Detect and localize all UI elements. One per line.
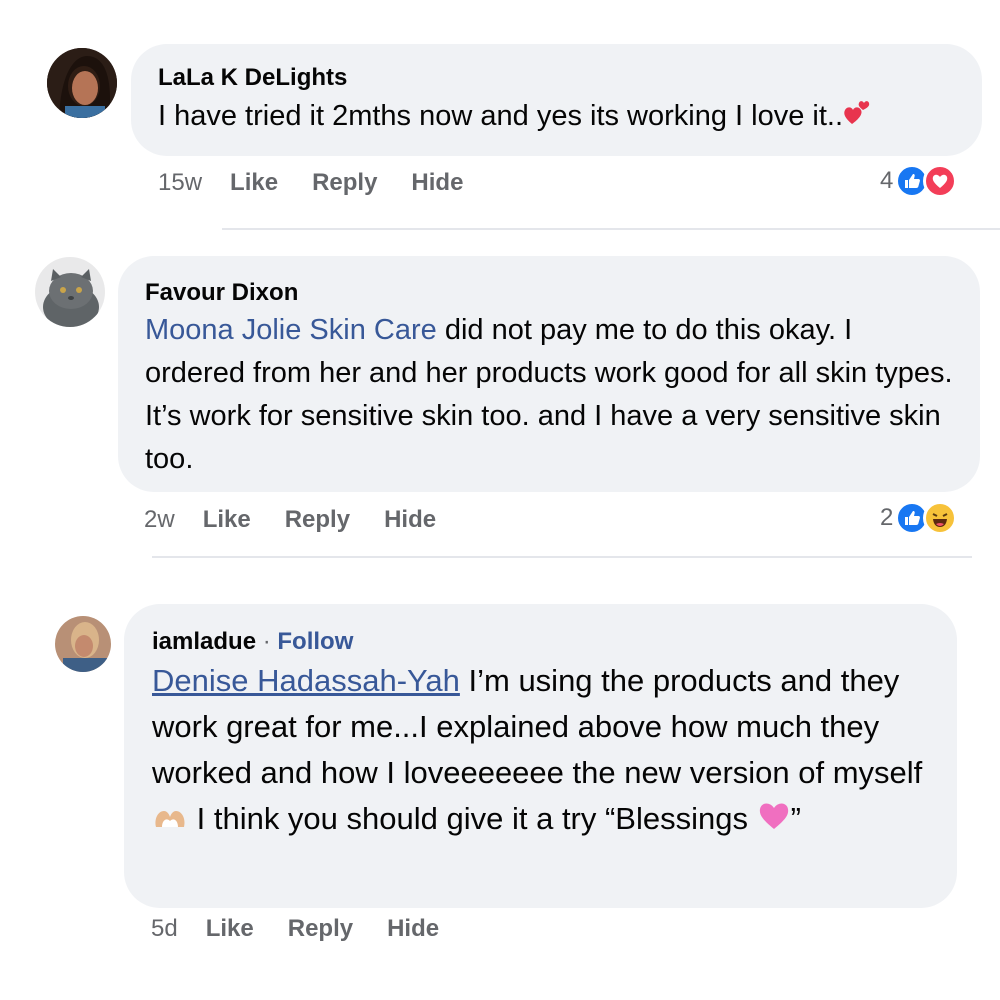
comment-bubble: iamladue · Follow Denise Hadassah-Yah I’… — [124, 604, 957, 908]
comment-actions: 15w Like Reply Hide — [158, 169, 497, 197]
divider — [222, 228, 1000, 230]
reply-button[interactable]: Reply — [312, 169, 377, 197]
reactions-summary[interactable]: 4 — [880, 164, 958, 198]
avatar[interactable] — [47, 48, 117, 118]
mention-link[interactable]: Denise Hadassah-Yah — [152, 663, 460, 698]
reaction-count: 2 — [880, 504, 894, 531]
comment-author[interactable]: Favour Dixon — [145, 279, 960, 307]
comment-text-container: I have tried it 2mths now and yes its wo… — [158, 95, 982, 139]
love-icon — [923, 164, 958, 198]
comment-timestamp[interactable]: 5d — [151, 915, 178, 943]
avatar[interactable] — [55, 616, 111, 672]
hide-button[interactable]: Hide — [411, 169, 463, 197]
reply-button[interactable]: Reply — [285, 506, 350, 534]
reaction-count: 4 — [880, 167, 894, 194]
heart-hands-icon — [152, 798, 188, 844]
follow-button[interactable]: Follow — [277, 628, 353, 655]
mention-link[interactable]: Moona Jolie Skin Care — [145, 314, 437, 346]
reactions-summary[interactable]: 2 — [880, 501, 958, 535]
comment-actions: 5d Like Reply Hide — [151, 915, 473, 943]
hide-button[interactable]: Hide — [384, 506, 436, 534]
comment-text-container: Moona Jolie Skin Care did not pay me to … — [145, 309, 960, 481]
like-button[interactable]: Like — [230, 169, 278, 197]
divider — [152, 556, 972, 558]
reply-button[interactable]: Reply — [288, 915, 353, 943]
like-button[interactable]: Like — [206, 915, 254, 943]
haha-icon — [923, 501, 958, 535]
comment-bubble: Favour Dixon Moona Jolie Skin Care did n… — [118, 256, 980, 492]
comment-bubble: LaLa K DeLights I have tried it 2mths no… — [131, 44, 982, 156]
comment-timestamp[interactable]: 15w — [158, 169, 202, 197]
comment-text: I think you should give it a try “Blessi… — [188, 801, 757, 836]
pink-heart-icon — [757, 798, 791, 844]
comment-author-line: iamladue · Follow — [152, 628, 937, 656]
comment-text: I have tried it 2mths now and yes its wo… — [158, 100, 844, 132]
comment-author[interactable]: LaLa K DeLights — [158, 64, 982, 92]
profile-photo-icon — [47, 48, 117, 118]
profile-photo-icon — [55, 616, 111, 672]
hide-button[interactable]: Hide — [387, 915, 439, 943]
comment-author[interactable]: iamladue — [152, 628, 256, 655]
separator: · — [262, 628, 271, 655]
two-hearts-icon — [843, 96, 871, 139]
like-button[interactable]: Like — [203, 506, 251, 534]
avatar[interactable] — [35, 257, 105, 327]
comment-text: ” — [790, 801, 801, 836]
comment-actions: 2w Like Reply Hide — [144, 506, 470, 534]
comment-text-container: Denise Hadassah-Yah I’m using the produc… — [152, 658, 937, 844]
comment-timestamp[interactable]: 2w — [144, 506, 175, 534]
cat-photo-icon — [35, 257, 105, 327]
